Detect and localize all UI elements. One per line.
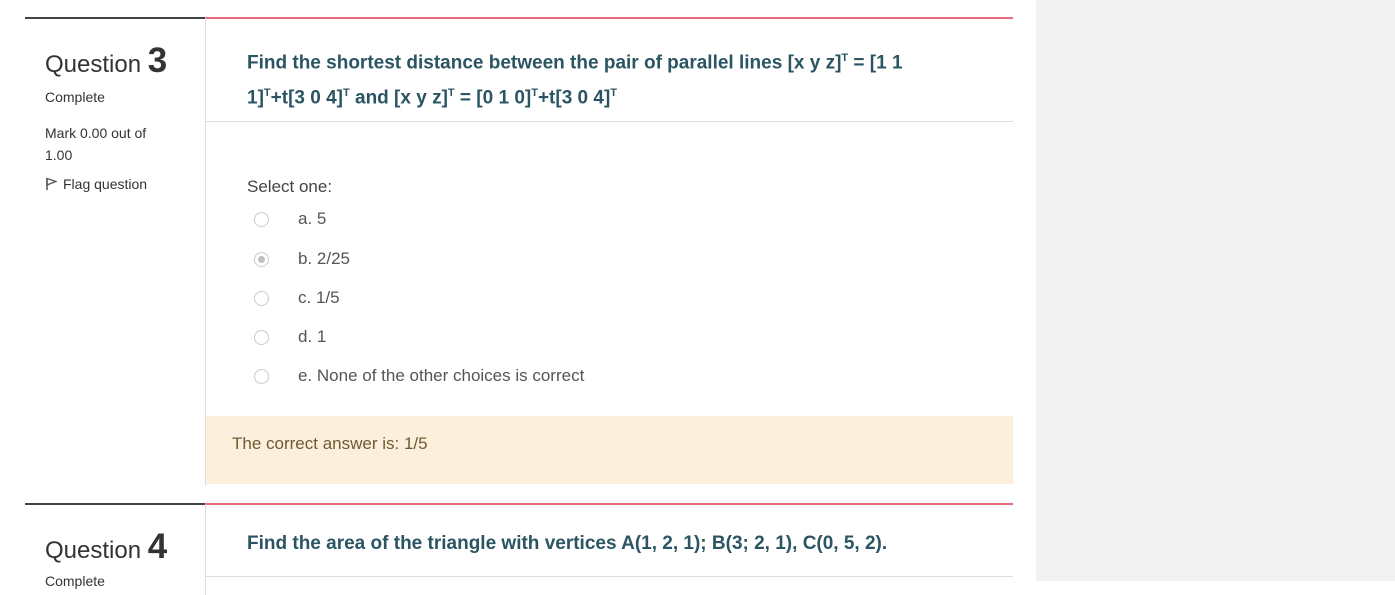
- radio-button[interactable]: [254, 291, 269, 306]
- question-4: Question 4 Complete Find the area of the…: [25, 503, 1013, 595]
- question-content: Find the shortest distance between the p…: [205, 17, 1013, 486]
- radio-button[interactable]: [254, 212, 269, 227]
- divider: [206, 576, 1013, 577]
- question-state: Complete: [45, 573, 105, 589]
- question-text-part: = [0 1 0]: [454, 87, 532, 109]
- question-state: Complete: [45, 89, 105, 105]
- question-text-part: Find the shortest distance between the p…: [247, 52, 842, 74]
- answer-option-label: b. 2/25: [298, 249, 350, 268]
- radio-button[interactable]: [254, 252, 269, 267]
- question-number-value: 4: [147, 527, 168, 566]
- answer-option-label: c. 1/5: [298, 288, 340, 307]
- radio-button[interactable]: [254, 330, 269, 345]
- feedback-box: The correct answer is: 1/5: [206, 416, 1013, 484]
- divider: [206, 121, 1013, 122]
- select-prompt: Select one:: [247, 177, 333, 196]
- question-text: Find the shortest distance between the p…: [247, 43, 947, 114]
- flag-question-button[interactable]: Flag question: [45, 176, 147, 192]
- answer-option-label: d. 1: [298, 327, 327, 346]
- radio-button[interactable]: [254, 369, 269, 384]
- question-content: Find the area of the triangle with verti…: [205, 503, 1013, 595]
- right-side-panel: [1036, 0, 1395, 581]
- question-info: Question 3 Complete Mark 0.00 out of 1.0…: [25, 17, 205, 486]
- correct-answer-text: The correct answer is: 1/5: [232, 434, 428, 453]
- question-text-part: +t[3 0 4]: [270, 87, 343, 109]
- question-text-part: +t[3 0 4]: [537, 87, 611, 109]
- question-number: Question 4: [45, 527, 167, 567]
- question-label: Question: [45, 51, 142, 78]
- question-grade: Mark 0.00 out of 1.00: [45, 125, 147, 163]
- question-text: Find the area of the triangle with verti…: [247, 533, 888, 554]
- question-label: Question: [45, 537, 142, 564]
- superscript-t: T: [610, 87, 618, 100]
- question-number: Question 3: [45, 41, 167, 81]
- superscript-t: T: [263, 87, 271, 100]
- question-number-value: 3: [147, 41, 168, 80]
- answer-option-label: a. 5: [298, 209, 327, 228]
- answer-option-label: e. None of the other choices is correct: [298, 366, 585, 385]
- superscript-t: T: [342, 87, 350, 100]
- question-text-part: and [x y z]: [349, 87, 448, 109]
- superscript-t: T: [447, 87, 455, 100]
- flag-icon: [46, 177, 58, 190]
- question-3: Question 3 Complete Mark 0.00 out of 1.0…: [25, 17, 1013, 486]
- superscript-t: T: [531, 87, 538, 100]
- question-info: Question 4 Complete: [25, 503, 205, 595]
- flag-question-label: Flag question: [63, 176, 148, 192]
